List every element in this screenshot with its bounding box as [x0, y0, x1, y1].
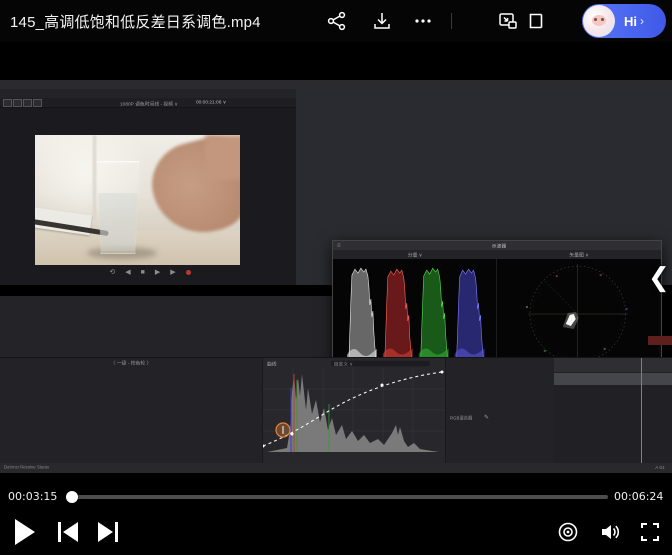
- topbar-divider: [451, 13, 452, 29]
- playlist-handle-icon[interactable]: ❮: [648, 262, 670, 293]
- curves-plot: [263, 368, 446, 453]
- keyframe-lanes: [554, 358, 672, 464]
- previous-button[interactable]: [56, 521, 80, 543]
- viewer-timeline-label: 1080P 调色时间线 - 视频 ∨: [120, 100, 178, 107]
- current-time: 00:03:15: [8, 490, 57, 503]
- record-dot-icon: [186, 270, 191, 275]
- share-icon[interactable]: [325, 9, 349, 33]
- progress-row: 00:03:15 00:06:24: [0, 487, 672, 507]
- player-controls: [0, 512, 672, 555]
- avatar: [583, 5, 615, 37]
- prev-frame-icon: ◀: [125, 268, 130, 276]
- viewer-timecode: 00:00:21:06 ∨: [196, 100, 226, 106]
- timeline-red-clip-fragment: [648, 336, 672, 345]
- keyframe-lane-header: [554, 358, 672, 372]
- timeline-toggle-icon: [33, 99, 42, 107]
- curves-mode-dropdown: 自定义 ∨: [331, 360, 429, 366]
- wheels-panel-title: 〈 一级 - 校色轮 〉: [26, 359, 236, 366]
- color-wheels-panel: 〈 一级 - 校色轮 〉: [0, 357, 262, 464]
- mini-window-icon[interactable]: [524, 9, 548, 33]
- mixer-label: RGB混合器: [450, 414, 472, 420]
- danmaku-settings-icon[interactable]: [556, 520, 580, 544]
- next-button[interactable]: [96, 521, 120, 543]
- stop-icon: ■: [141, 269, 145, 276]
- vectorscope-selector: 矢量图 ∨: [513, 251, 644, 258]
- water: [97, 193, 139, 251]
- keyframe-params-panel: RGB混合器 ✎: [445, 357, 672, 464]
- keyframe-playhead: [641, 358, 642, 464]
- parade-scope: [333, 259, 497, 369]
- account-label: Hi: [624, 14, 637, 29]
- video-player: 145_高调低饱和低反差日系调色.mp4 Hi ›: [0, 0, 672, 555]
- pip-icon[interactable]: [496, 9, 520, 33]
- resolve-menubar: [0, 80, 672, 89]
- scopes-subheader: 分量 ∨ 矢量图 ∨: [333, 250, 661, 259]
- lut-toggle-icon: [13, 99, 22, 107]
- progress-knob[interactable]: [66, 491, 78, 503]
- window-frame: [93, 135, 96, 220]
- scopes-title: 示波器: [492, 242, 506, 249]
- curves-header: 曲线 自定义 ∨: [263, 358, 446, 368]
- curves-title: 曲线: [267, 359, 277, 366]
- more-icon[interactable]: [411, 9, 435, 33]
- statusbar-right-label: A 01: [655, 466, 665, 471]
- progress-bar[interactable]: [66, 495, 608, 499]
- play-icon: ▶: [155, 268, 160, 276]
- scopes-titlebar: ≡ 示波器: [333, 241, 661, 250]
- vectorscope: [497, 259, 660, 369]
- keyframe-selected-lane: [554, 373, 672, 385]
- forearm: [205, 135, 240, 180]
- viewer-transport-controls: ⟲ ◀ ■ ▶ ▶: [70, 268, 230, 276]
- video-screen[interactable]: 1080P 调色时间线 - 视频 ∨ 00:00:21:06 ∨ ⟲ ◀: [0, 42, 672, 480]
- media-toggle-icon: [23, 99, 32, 107]
- download-icon[interactable]: [370, 9, 394, 33]
- volume-icon[interactable]: [598, 520, 622, 544]
- player-topbar: 145_高调低饱和低反差日系调色.mp4 Hi ›: [0, 0, 672, 42]
- statusbar-app-label: DaVinci Resolve Studio: [4, 466, 49, 470]
- video-preview-frame: [35, 135, 240, 265]
- fullscreen-icon[interactable]: [638, 520, 662, 544]
- gallery-toggle-icon: [3, 99, 12, 107]
- rgb-mixer-row: RGB混合器 ✎: [450, 413, 492, 422]
- account-pill[interactable]: Hi ›: [582, 4, 666, 38]
- total-time: 00:06:24: [614, 490, 663, 503]
- loop-icon: ⟲: [109, 268, 115, 276]
- play-button[interactable]: [12, 519, 38, 545]
- scopes-menu-icon: ≡: [337, 243, 341, 249]
- video-title: 145_高调低饱和低反差日系调色.mp4: [10, 11, 261, 32]
- color-page-viewer: ⟲ ◀ ■ ▶ ▶: [0, 108, 296, 285]
- scopes-window: ≡ 示波器 分量 ∨ 矢量图 ∨: [332, 240, 662, 372]
- curves-panel: 曲线 自定义 ∨: [262, 357, 446, 464]
- parade-selector: 分量 ∨: [349, 251, 480, 258]
- next-frame-icon: ▶: [170, 268, 175, 276]
- resolve-statusbar: DaVinci Resolve Studio A 01: [0, 463, 672, 473]
- edit-icon: ✎: [484, 414, 489, 421]
- chevron-right-icon: ›: [640, 14, 644, 28]
- scopes-body: [333, 259, 659, 369]
